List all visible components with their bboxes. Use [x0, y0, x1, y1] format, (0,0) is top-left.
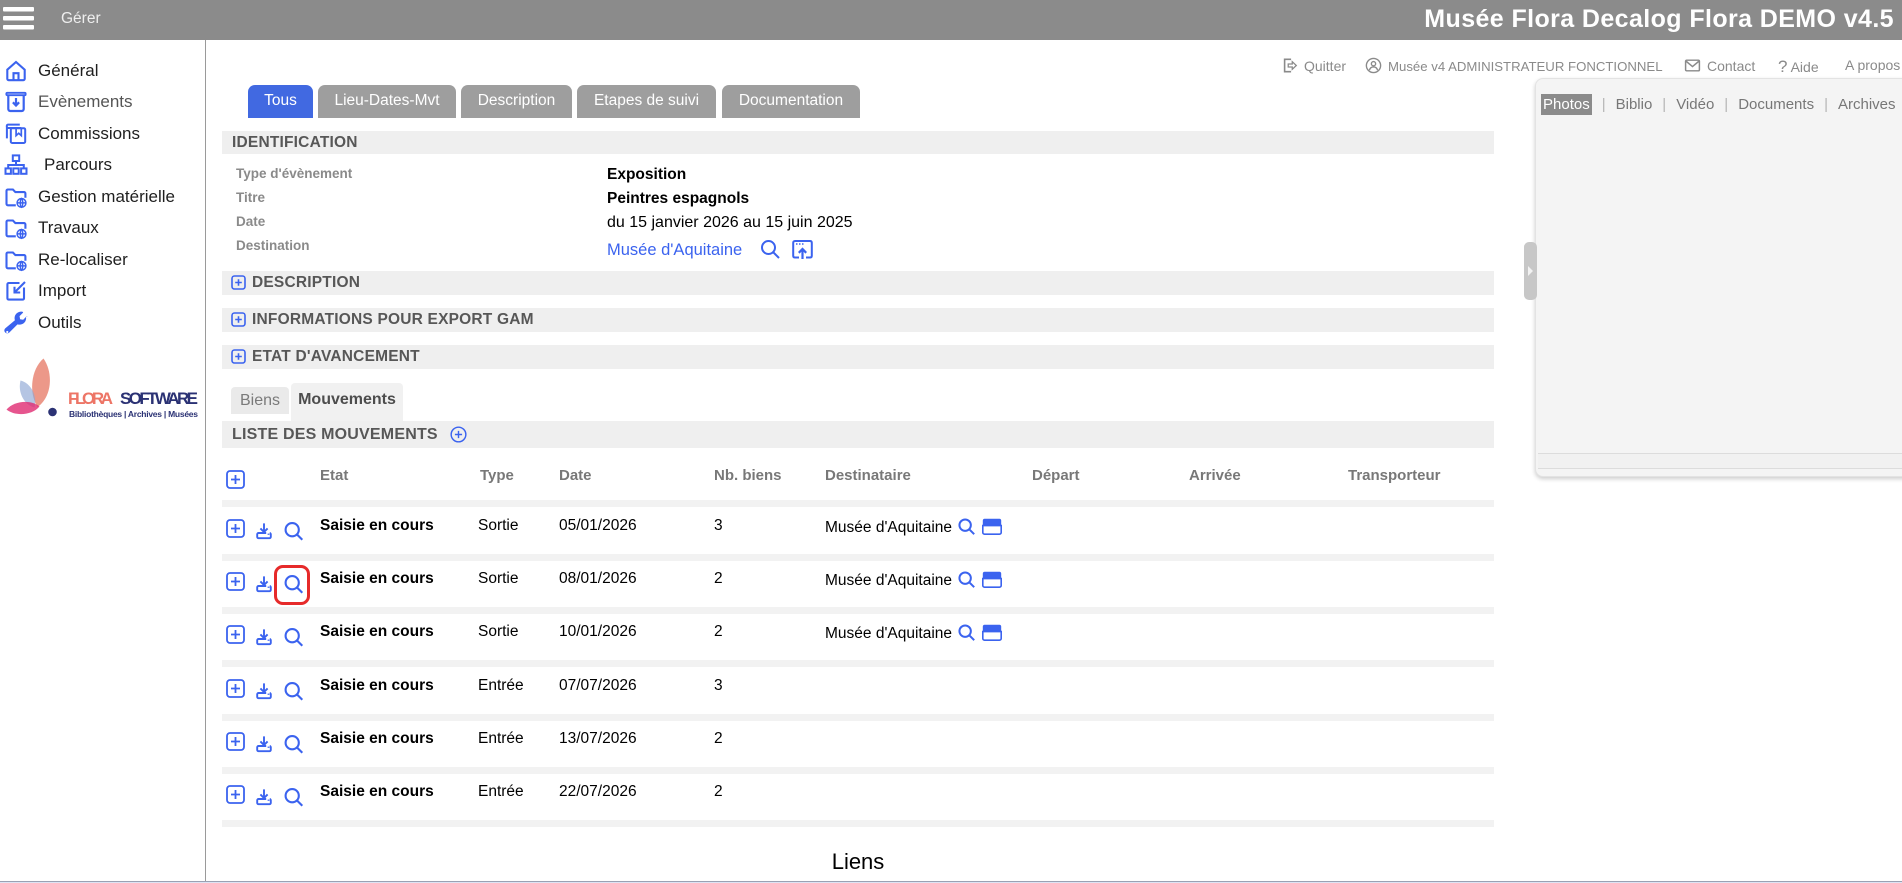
svg-text:Bibliothèques | Archives | Mus: Bibliothèques | Archives | Musées: [69, 409, 198, 419]
svg-text:FLORA: FLORA: [68, 389, 113, 408]
svg-text:SOFTWARE: SOFTWARE: [120, 389, 198, 408]
